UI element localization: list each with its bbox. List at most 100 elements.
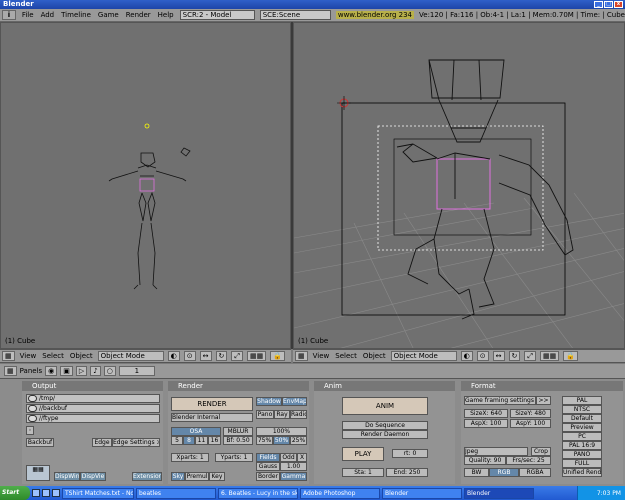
render-context-icon[interactable]: ▣	[60, 366, 73, 376]
do-sequence-toggle[interactable]: Do Sequence	[342, 421, 428, 430]
close-button[interactable]: x	[614, 1, 623, 8]
anim-button[interactable]: ANIM	[342, 397, 428, 415]
osa-16-button[interactable]: 16	[208, 436, 221, 445]
render-engine-select[interactable]: Blender Internal	[171, 413, 253, 422]
scale-icon[interactable]: ⤢	[231, 351, 244, 361]
key-toggle[interactable]: Key	[209, 472, 225, 481]
taskbar-item-beatles[interactable]: beatles	[136, 487, 216, 499]
pano-toggle[interactable]: Pano	[256, 410, 274, 419]
game-framing-expand-button[interactable]: >>	[536, 396, 551, 405]
folder-icon[interactable]	[28, 395, 37, 402]
info-window-icon[interactable]: i	[2, 10, 16, 20]
taskbar-item-blender[interactable]: Blender	[382, 487, 462, 499]
menu-file[interactable]: File	[21, 11, 35, 19]
lock-icon[interactable]: 🔒	[563, 351, 578, 361]
fps-field[interactable]: Frs/sec: 25	[506, 456, 551, 465]
sizey-field[interactable]: SizeY: 480	[510, 409, 551, 418]
manipulator-icon[interactable]: ↔	[199, 351, 212, 361]
codec-select[interactable]: Jpeg	[464, 447, 528, 456]
yparts-field[interactable]: Yparts: 1	[215, 453, 253, 462]
bw-toggle[interactable]: BW	[464, 468, 489, 477]
scene-context-icon[interactable]: ◉	[45, 366, 58, 376]
draw-type-icon[interactable]: ◐	[167, 351, 180, 361]
menu-game[interactable]: Game	[97, 11, 120, 19]
menu-object[interactable]: Object	[69, 352, 94, 360]
preset-pal-button[interactable]: PAL	[562, 396, 602, 405]
rotate-icon[interactable]: ↻	[508, 351, 521, 361]
clock[interactable]: 7:03 PM	[597, 490, 621, 497]
border-toggle[interactable]: Border	[256, 472, 280, 481]
menu-add[interactable]: Add	[40, 11, 56, 19]
crop-toggle[interactable]: Crop	[531, 447, 551, 456]
size-100-button[interactable]: 100%	[256, 427, 307, 436]
3d-viewport-front[interactable]: (1) Cube	[0, 22, 291, 349]
rt-field[interactable]: rt: 0	[392, 449, 428, 458]
odd-toggle[interactable]: Odd	[280, 453, 297, 462]
sizex-field[interactable]: SizeX: 640	[464, 409, 508, 418]
render-button[interactable]: RENDER	[171, 397, 253, 411]
game-framing-button[interactable]: Game framing settings	[464, 396, 536, 405]
start-button[interactable]: Start	[0, 486, 30, 500]
panels-menu[interactable]: Panels	[20, 367, 43, 375]
menu-help[interactable]: Help	[157, 11, 175, 19]
edge-settings-button[interactable]: Edge Settings >>	[112, 438, 160, 447]
menu-timeline[interactable]: Timeline	[60, 11, 92, 19]
ray-toggle[interactable]: Ray	[274, 410, 290, 419]
dispwin-button[interactable]: DispWin	[54, 472, 80, 481]
dispview-button[interactable]: DispVie	[80, 472, 106, 481]
taskbar-item-blender-active[interactable]: Blender	[464, 487, 534, 499]
dispwin-grid-icon[interactable]: ▦▦	[26, 465, 50, 481]
quality-field[interactable]: Quality: 90	[464, 456, 506, 465]
pivot-icon[interactable]: ⊙	[183, 351, 196, 361]
menu-object[interactable]: Object	[362, 352, 387, 360]
anim-context-icon[interactable]: ▷	[75, 366, 88, 376]
sound-context-icon[interactable]: ♪	[90, 366, 101, 376]
layer-buttons[interactable]: ▦▦	[247, 351, 267, 361]
window-type-icon[interactable]: ▦	[4, 366, 17, 376]
gamma-toggle[interactable]: Gamma	[280, 472, 307, 481]
backbuf-path-field[interactable]: //backbuf	[26, 404, 160, 413]
size-25-button[interactable]: 25%	[290, 436, 307, 445]
rgba-toggle[interactable]: RGBA	[519, 468, 551, 477]
menu-view[interactable]: View	[312, 352, 331, 360]
xparts-field[interactable]: Xparts: 1	[171, 453, 209, 462]
preset-pal169-button[interactable]: PAL 16:9	[562, 441, 602, 450]
fields-toggle[interactable]: Fields	[256, 453, 280, 462]
world-context-icon[interactable]: ○	[103, 366, 116, 376]
output-path-field[interactable]: /tmp/	[26, 394, 160, 403]
scene-selector[interactable]: SCE:Scene	[259, 10, 331, 20]
taskbar-item-photoshop[interactable]: Adobe Photoshop	[300, 487, 380, 499]
manipulator-icon[interactable]: ↔	[492, 351, 505, 361]
taskbar-item-notepad[interactable]: TShirt Matches.txt - Note...	[62, 487, 134, 499]
rgb-toggle[interactable]: RGB	[489, 468, 519, 477]
menu-select[interactable]: Select	[41, 352, 65, 360]
preset-default-button[interactable]: Default	[562, 414, 602, 423]
draw-type-icon[interactable]: ◐	[460, 351, 473, 361]
lock-icon[interactable]: 🔒	[270, 351, 285, 361]
gauss-value-field[interactable]: 1.00	[280, 462, 307, 471]
maximize-button[interactable]: □	[604, 1, 613, 8]
scene-link-button[interactable]: ◦	[26, 426, 34, 435]
taskbar-item-media[interactable]: 6. Beatles - Lucy in the sk...	[218, 487, 298, 499]
rotate-icon[interactable]: ↻	[215, 351, 228, 361]
osa-5-button[interactable]: 5	[171, 436, 183, 445]
window-type-icon[interactable]: ▦	[2, 351, 15, 361]
osa-8-button[interactable]: 8	[183, 436, 195, 445]
menu-view[interactable]: View	[19, 352, 38, 360]
envmap-toggle[interactable]: EnvMap	[282, 397, 307, 406]
end-frame-field[interactable]: End: 250	[386, 468, 428, 477]
unified-render-toggle[interactable]: Unified Rende	[562, 468, 602, 477]
play-button[interactable]: PLAY	[342, 447, 384, 461]
x-toggle[interactable]: X	[297, 453, 307, 462]
folder-icon[interactable]	[28, 415, 37, 422]
edge-toggle[interactable]: Edge	[92, 438, 112, 447]
extension-button[interactable]: Extension	[132, 472, 162, 481]
shadow-toggle[interactable]: Shadow	[256, 397, 282, 406]
backbuf-toggle[interactable]: Backbuf	[26, 438, 54, 447]
premul-toggle[interactable]: Premul	[185, 472, 209, 481]
folder-icon[interactable]	[28, 405, 37, 412]
radio-toggle[interactable]: Radio	[290, 410, 307, 419]
screen-selector[interactable]: SCR:2 - Model	[179, 10, 255, 20]
mode-selector[interactable]: Object Mode	[97, 351, 164, 361]
desktop-icon[interactable]	[42, 489, 50, 497]
